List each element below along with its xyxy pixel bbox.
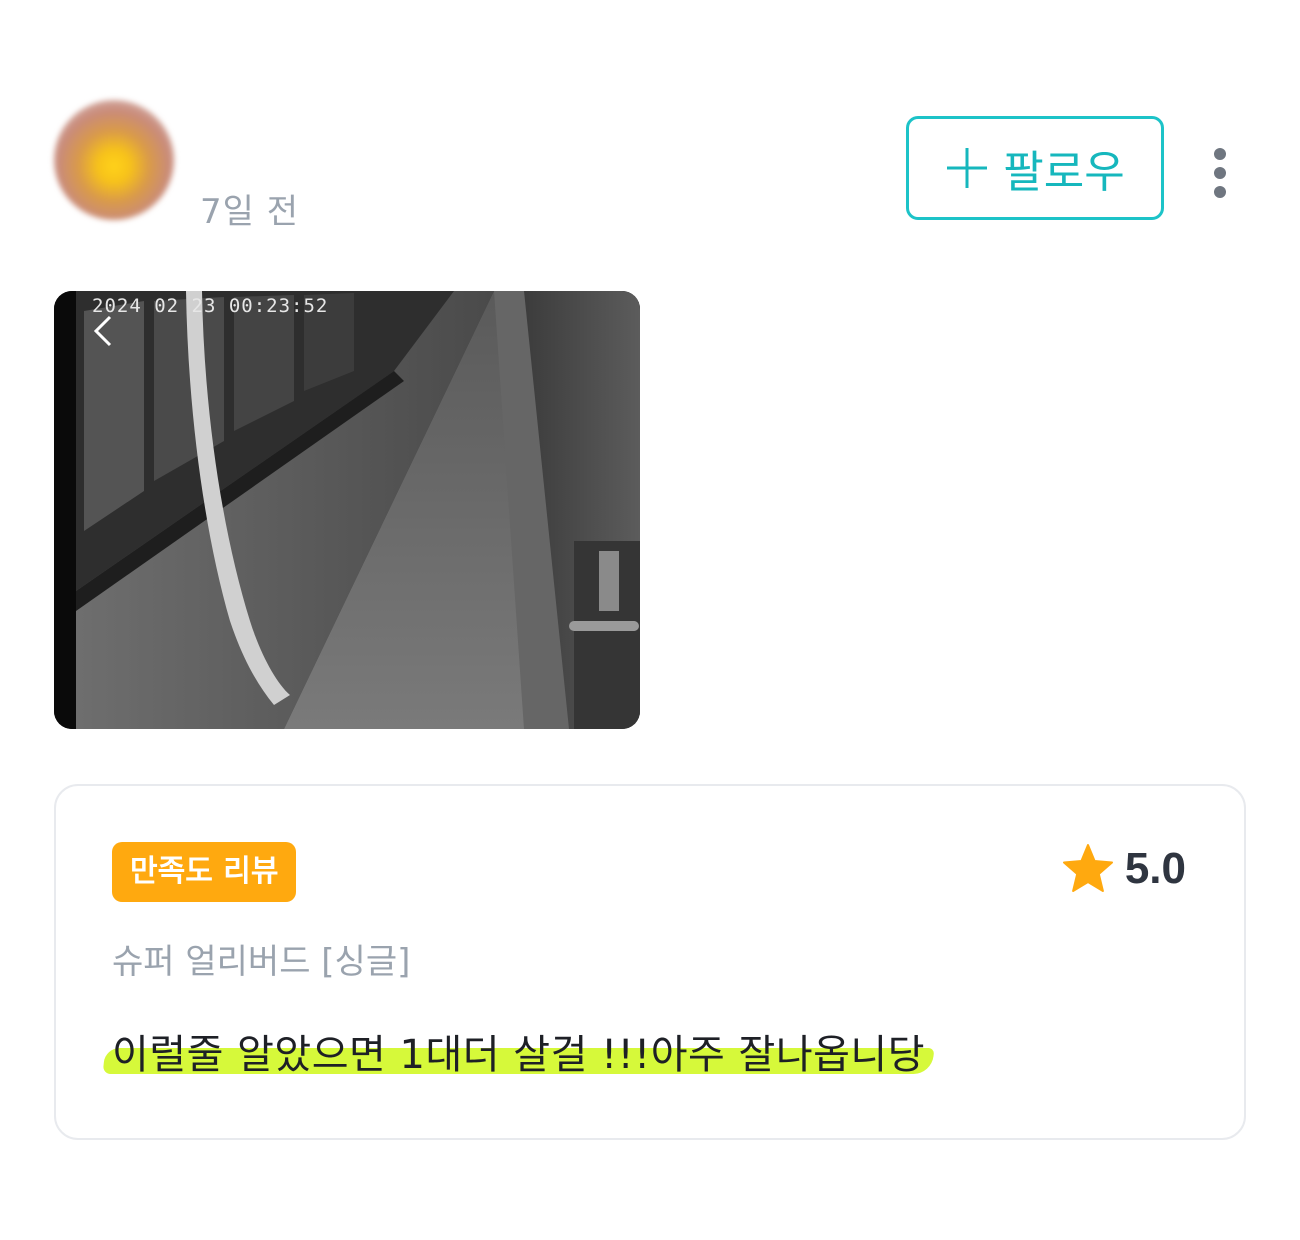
- rating-value: 5.0: [1124, 844, 1186, 893]
- rating: 5.0: [1061, 842, 1186, 896]
- more-vertical-icon[interactable]: [1200, 142, 1240, 204]
- review-card: 만족도 리뷰 5.0 슈퍼 얼리버드 [싱글] 이럴줄 알았으면 1대더 살걸 …: [54, 784, 1246, 1140]
- avatar[interactable]: [54, 100, 174, 220]
- product-option: 슈퍼 얼리버드 [싱글]: [112, 942, 411, 982]
- plus-icon: [947, 148, 988, 188]
- satisfaction-review-badge: 만족도 리뷰: [112, 842, 297, 902]
- star-icon: [1062, 844, 1113, 892]
- follow-button[interactable]: 팔로우: [906, 116, 1164, 220]
- review-photo[interactable]: 2024 02 23 00:23:52: [54, 291, 640, 729]
- post-time: 7일 전: [200, 192, 299, 232]
- follow-label: 팔로우: [1003, 147, 1125, 198]
- review-text: 이럴줄 알았으면 1대더 살걸 !!!아주 잘나옵니당: [112, 1032, 926, 1078]
- review-text-block: 이럴줄 알았으면 1대더 살걸 !!!아주 잘나옵니당: [102, 1022, 935, 1080]
- photo-timestamp: 2024 02 23 00:23:52: [92, 295, 329, 317]
